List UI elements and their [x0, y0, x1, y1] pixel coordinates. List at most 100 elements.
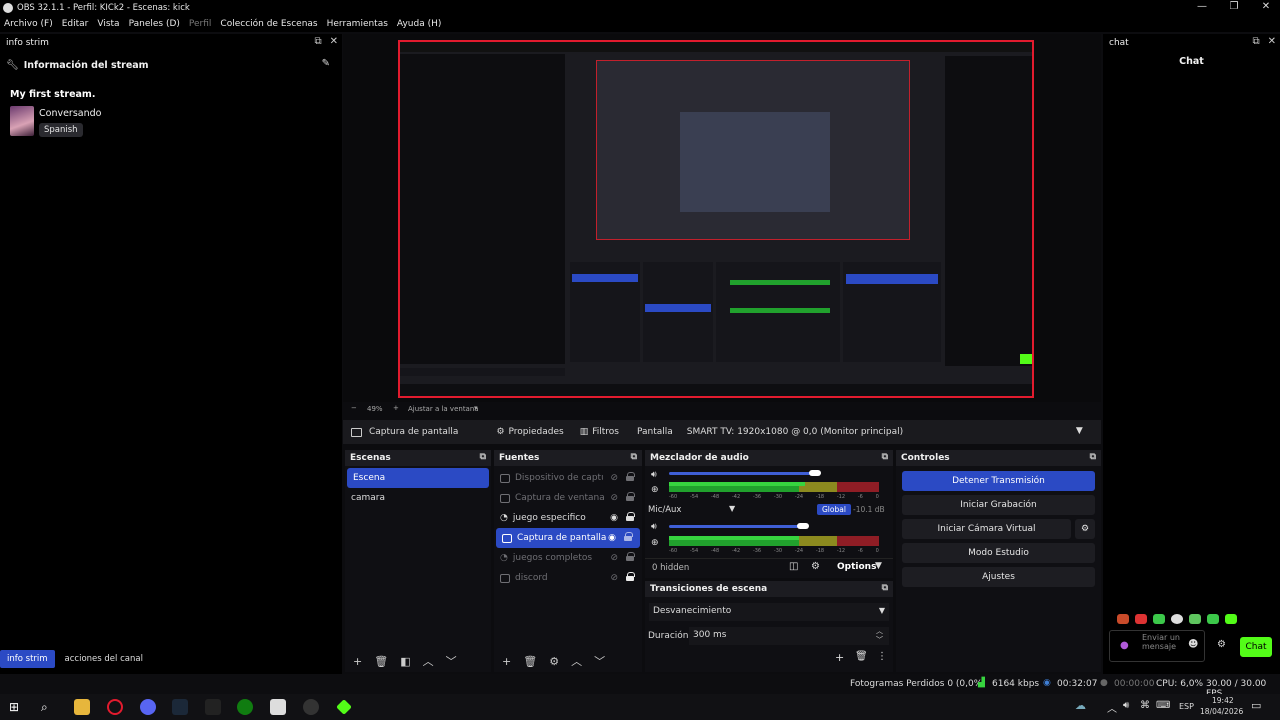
windows-start-icon[interactable]: ⊞	[9, 700, 19, 714]
move-down-icon[interactable]: ﹀	[594, 653, 605, 669]
lock-icon[interactable]	[626, 472, 635, 481]
emote-icon[interactable]	[1153, 614, 1165, 624]
move-up-icon[interactable]: ︿	[571, 653, 582, 669]
eye-icon[interactable]: ◉	[608, 533, 616, 543]
emote-icon[interactable]	[1225, 614, 1237, 624]
network-icon[interactable]: ⌘	[1140, 700, 1150, 711]
layout-icon[interactable]: ◫	[789, 561, 798, 572]
lock-icon[interactable]	[626, 492, 635, 501]
source-item[interactable]: ◔ juegos completos ⊘	[494, 548, 642, 568]
volume-knob[interactable]	[809, 470, 821, 476]
speaker-icon[interactable]: 🔊︎	[651, 522, 657, 532]
zoom-in-icon[interactable]: +	[393, 404, 399, 412]
float-icon[interactable]: ⧉	[1252, 36, 1259, 47]
emote-icon[interactable]	[1207, 614, 1219, 624]
studio-mode-button[interactable]: Modo Estudio	[902, 543, 1095, 563]
volume-slider[interactable]	[669, 472, 815, 475]
restore-button[interactable]: ❐	[1218, 0, 1250, 16]
steam-icon[interactable]	[172, 699, 188, 715]
trash-icon[interactable]: 🗑︎	[523, 655, 537, 668]
search-icon[interactable]: ⌕	[41, 700, 48, 715]
filters-button[interactable]: ▥ Filtros	[580, 427, 619, 437]
discord-icon[interactable]	[140, 699, 156, 715]
tab-info-strim[interactable]: info strim	[0, 650, 55, 668]
close-icon[interactable]: ✕	[330, 36, 338, 47]
speaker-icon[interactable]: 🔊︎	[651, 470, 657, 480]
emoji-icon[interactable]: ☻	[1188, 639, 1198, 650]
eye-hidden-icon[interactable]: ⊘	[610, 573, 618, 583]
trash-icon[interactable]: 🗑︎	[855, 651, 868, 662]
add-icon[interactable]: +	[353, 655, 362, 668]
clock-time[interactable]: 19:42	[1212, 696, 1234, 705]
properties-button[interactable]: ⚙ Propiedades	[496, 427, 563, 437]
source-item[interactable]: ◔ juego especifico ◉	[494, 508, 642, 528]
options-button[interactable]: Options	[837, 562, 876, 572]
add-icon[interactable]: +	[835, 651, 844, 664]
move-up-icon[interactable]: ︿	[423, 653, 434, 669]
dock-popout-icon[interactable]: ⧉	[1090, 452, 1096, 462]
zoom-dropdown-icon[interactable]: ▾	[474, 404, 478, 412]
emote-icon[interactable]	[1117, 614, 1129, 624]
menu-paneles[interactable]: Paneles (D)	[129, 19, 180, 29]
lock-icon[interactable]	[624, 532, 633, 541]
dock-popout-icon[interactable]: ⧉	[480, 452, 486, 462]
settings-button[interactable]: Ajustes	[902, 567, 1095, 587]
keyboard-icon[interactable]: ⌨	[1156, 700, 1170, 711]
tab-acciones-canal[interactable]: acciones del canal	[57, 650, 151, 668]
fit-window[interactable]: Ajustar a la ventana	[408, 405, 479, 413]
minimize-button[interactable]: —	[1186, 0, 1218, 16]
dock-popout-icon[interactable]: ⧉	[882, 583, 888, 593]
scene-item-escena[interactable]: Escena	[347, 468, 489, 488]
source-item[interactable]: Captura de ventana ⊘	[494, 488, 642, 508]
float-icon[interactable]: ⧉	[314, 36, 321, 47]
xbox-icon[interactable]	[237, 699, 253, 715]
menu-archivo[interactable]: Archivo (F)	[4, 19, 53, 29]
lock-icon[interactable]	[626, 552, 635, 561]
start-virtual-camera-button[interactable]: Iniciar Cámara Virtual	[902, 519, 1071, 539]
more-icon[interactable]: ⋮	[877, 651, 887, 662]
monitor-audio-icon[interactable]: ⊕	[651, 485, 659, 495]
close-button[interactable]: ✕	[1250, 0, 1280, 16]
eye-hidden-icon[interactable]: ⊘	[610, 493, 618, 503]
chat-settings-icon[interactable]: ⚙	[1217, 639, 1226, 650]
notifications-icon[interactable]: ▭	[1251, 699, 1261, 712]
trash-icon[interactable]: 🗑︎	[374, 655, 388, 668]
stepper-down-icon[interactable]: ﹀	[876, 635, 883, 645]
move-down-icon[interactable]: ﹀	[446, 653, 457, 669]
menu-coleccion-escenas[interactable]: Colección de Escenas	[220, 19, 317, 29]
stop-stream-button[interactable]: Detener Transmisión	[902, 471, 1095, 491]
lock-icon[interactable]	[626, 512, 635, 521]
monitor-audio-icon[interactable]: ⊕	[651, 538, 659, 548]
microphone-icon[interactable]: ●	[1120, 640, 1129, 651]
duration-stepper[interactable]: 300 ms ︿ ﹀	[689, 627, 889, 645]
emote-icon[interactable]	[1135, 614, 1147, 624]
chat-input[interactable]: ● Enviar un mensaje ☻	[1109, 630, 1205, 662]
emote-icon[interactable]	[1171, 614, 1183, 624]
display-select[interactable]: SMART TV: 1920x1080 @ 0,0 (Monitor princ…	[683, 423, 1083, 441]
preview-capture[interactable]	[398, 40, 1034, 398]
transition-select[interactable]: Desvanecimiento ▼	[649, 603, 889, 621]
start-recording-button[interactable]: Iniciar Grabación	[902, 495, 1095, 515]
dock-popout-icon[interactable]: ⧉	[631, 452, 637, 462]
settings-icon[interactable]: ⚙	[811, 561, 820, 572]
language-indicator[interactable]: ESP	[1179, 702, 1194, 711]
zoom-out-icon[interactable]: −	[351, 404, 357, 412]
volume-icon[interactable]: 🔊︎	[1123, 700, 1129, 711]
source-item[interactable]: Dispositivo de captura ⊘	[494, 468, 642, 488]
options-dropdown-icon[interactable]: ▼	[875, 561, 882, 571]
menu-ayuda[interactable]: Ayuda (H)	[397, 19, 441, 29]
eye-hidden-icon[interactable]: ⊘	[610, 473, 618, 483]
store-icon[interactable]	[270, 699, 286, 715]
emote-icon[interactable]	[1189, 614, 1201, 624]
app-icon[interactable]	[205, 699, 221, 715]
chat-send-button[interactable]: Chat	[1240, 637, 1272, 657]
opera-icon[interactable]	[107, 699, 123, 715]
eye-icon[interactable]: ◉	[610, 513, 618, 523]
dock-popout-icon[interactable]: ⧉	[882, 452, 888, 462]
lock-icon[interactable]	[626, 572, 635, 581]
virtual-camera-settings-icon[interactable]: ⚙	[1075, 519, 1095, 539]
eye-hidden-icon[interactable]: ⊘	[610, 553, 618, 563]
menu-vista[interactable]: Vista	[97, 19, 119, 29]
gear-icon[interactable]: ⚙	[549, 655, 559, 668]
close-icon[interactable]: ✕	[1268, 36, 1276, 47]
